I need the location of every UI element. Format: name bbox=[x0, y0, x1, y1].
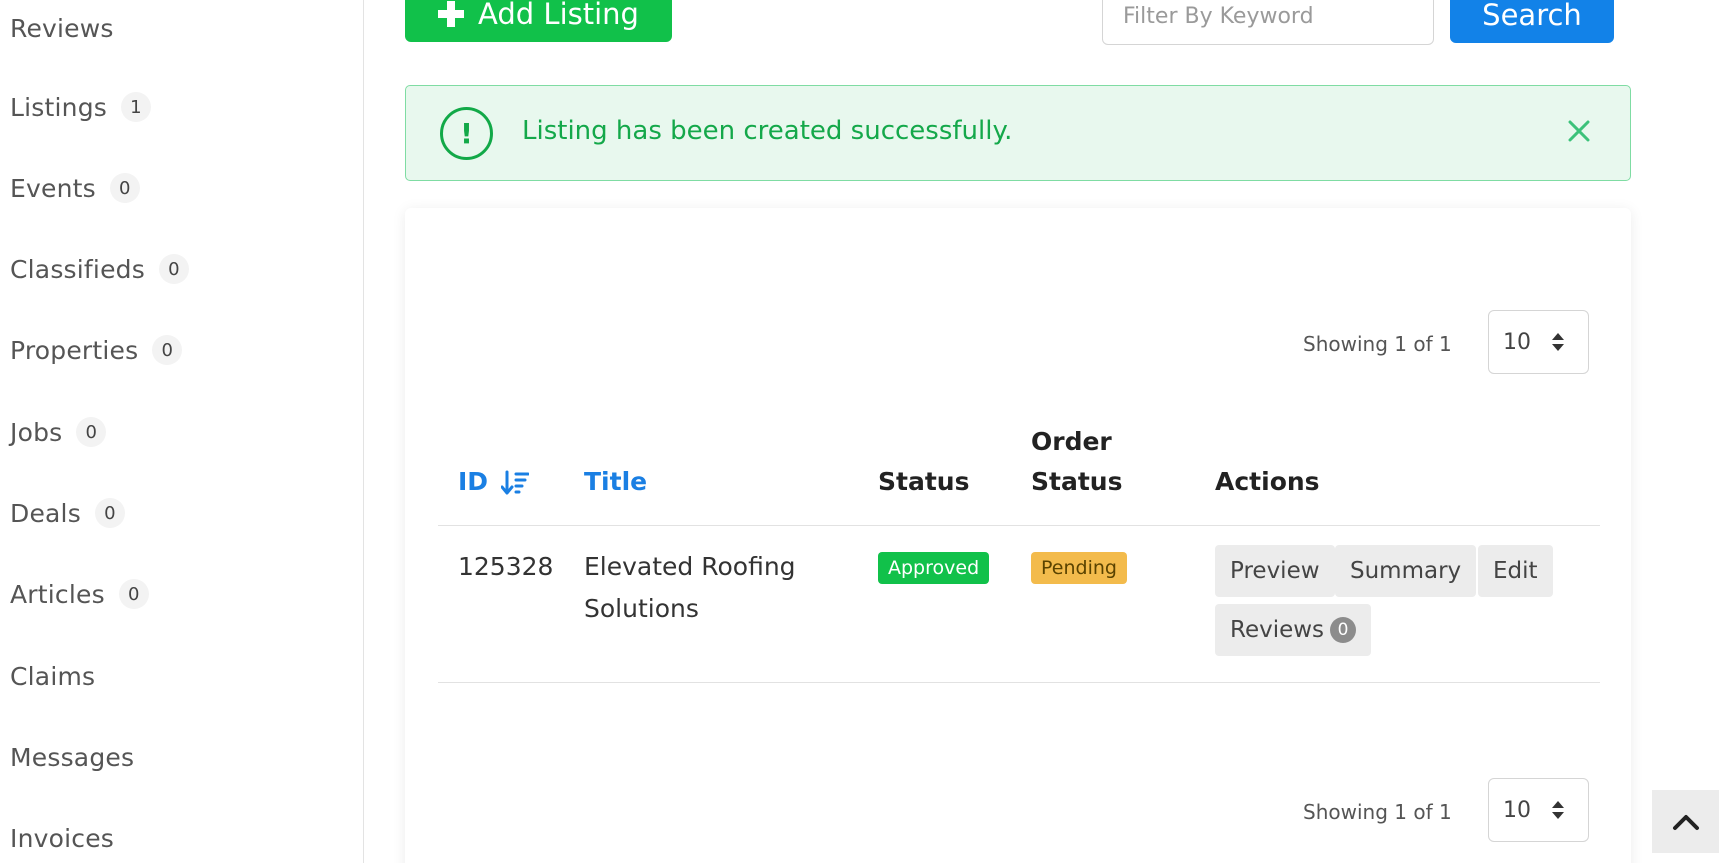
sidebar-item-listings[interactable]: Listings 1 bbox=[10, 89, 151, 125]
column-header-order-status-line2: Status bbox=[1031, 467, 1123, 496]
sidebar-item-label: Invoices bbox=[10, 823, 115, 853]
sidebar-item-label: Articles bbox=[10, 579, 105, 609]
alert-message: Listing has been created successfully. bbox=[522, 116, 1013, 146]
count-badge: 0 bbox=[76, 417, 107, 447]
exclamation-circle-icon: ! bbox=[440, 107, 493, 160]
reviews-label: Reviews bbox=[1230, 617, 1325, 643]
per-page-select-top[interactable]: 10 bbox=[1488, 310, 1589, 374]
column-header-order-status-line1: Order bbox=[1031, 427, 1112, 456]
showing-count-bottom: Showing 1 of 1 bbox=[1303, 800, 1452, 824]
count-badge: 0 bbox=[109, 173, 140, 203]
sidebar-item-label: Messages bbox=[10, 742, 135, 772]
header-divider bbox=[438, 525, 1600, 526]
sidebar-item-deals[interactable]: Deals 0 bbox=[10, 495, 125, 531]
sidebar: Reviews Listings 1 Events 0 Classifieds … bbox=[0, 0, 364, 863]
cell-title-line2: Solutions bbox=[584, 594, 699, 623]
row-divider bbox=[438, 682, 1600, 683]
cell-title-line1: Elevated Roofing bbox=[584, 552, 796, 581]
listings-card: Showing 1 of 1 10 ID Title Status Order … bbox=[405, 208, 1631, 863]
search-button[interactable]: Search bbox=[1450, 0, 1614, 43]
edit-button[interactable]: Edit bbox=[1478, 545, 1553, 597]
cell-id: 125328 bbox=[458, 552, 554, 581]
select-arrows-icon bbox=[1552, 333, 1564, 353]
summary-button[interactable]: Summary bbox=[1335, 545, 1477, 597]
sidebar-item-invoices[interactable]: Invoices bbox=[10, 820, 114, 856]
chevron-up-icon bbox=[1672, 814, 1699, 830]
select-arrows-icon bbox=[1552, 801, 1564, 821]
sidebar-item-jobs[interactable]: Jobs 0 bbox=[10, 414, 107, 450]
reviews-count-badge: 0 bbox=[1330, 617, 1357, 643]
sidebar-item-label: Classifieds bbox=[10, 254, 145, 284]
reviews-button[interactable]: Reviews 0 bbox=[1215, 604, 1372, 656]
add-listing-button[interactable]: Add Listing bbox=[405, 0, 672, 42]
count-badge: 0 bbox=[94, 498, 125, 528]
sidebar-item-properties[interactable]: Properties 0 bbox=[10, 332, 183, 368]
sidebar-item-articles[interactable]: Articles 0 bbox=[10, 576, 149, 612]
sidebar-item-label: Events bbox=[10, 173, 96, 203]
plus-icon bbox=[438, 1, 465, 27]
per-page-value: 10 bbox=[1503, 797, 1531, 823]
sidebar-item-claims[interactable]: Claims bbox=[10, 658, 95, 694]
order-status-badge: Pending bbox=[1031, 552, 1127, 584]
scroll-to-top-button[interactable] bbox=[1652, 790, 1719, 853]
count-badge: 0 bbox=[118, 579, 149, 609]
sidebar-item-label: Properties bbox=[10, 335, 139, 365]
sidebar-item-classifieds[interactable]: Classifieds 0 bbox=[10, 251, 189, 287]
close-icon[interactable] bbox=[1564, 116, 1594, 146]
column-header-label: ID bbox=[458, 467, 489, 496]
filter-keyword-input[interactable] bbox=[1102, 0, 1434, 45]
sidebar-item-label: Jobs bbox=[10, 417, 63, 447]
sidebar-item-label: Deals bbox=[10, 498, 81, 528]
showing-count-top: Showing 1 of 1 bbox=[1303, 332, 1452, 356]
add-listing-label: Add Listing bbox=[478, 0, 639, 31]
sidebar-item-label: Reviews bbox=[10, 13, 114, 43]
column-header-title[interactable]: Title bbox=[584, 467, 647, 496]
column-header-actions: Actions bbox=[1215, 467, 1320, 496]
count-badge: 0 bbox=[152, 335, 183, 365]
sidebar-item-events[interactable]: Events 0 bbox=[10, 170, 140, 206]
per-page-value: 10 bbox=[1503, 329, 1531, 355]
count-badge: 1 bbox=[121, 92, 151, 122]
sort-descending-icon bbox=[500, 470, 529, 495]
sidebar-item-label: Listings bbox=[10, 92, 107, 122]
sidebar-item-label: Claims bbox=[10, 661, 96, 691]
per-page-select-bottom[interactable]: 10 bbox=[1488, 778, 1589, 842]
column-header-status: Status bbox=[878, 467, 970, 496]
status-badge: Approved bbox=[878, 552, 990, 584]
sidebar-item-reviews[interactable]: Reviews bbox=[10, 10, 114, 46]
preview-button[interactable]: Preview bbox=[1215, 545, 1335, 597]
sidebar-item-messages[interactable]: Messages bbox=[10, 739, 134, 775]
success-alert: ! Listing has been created successfully. bbox=[405, 85, 1631, 181]
count-badge: 0 bbox=[158, 254, 189, 284]
column-header-id[interactable]: ID bbox=[458, 467, 529, 496]
